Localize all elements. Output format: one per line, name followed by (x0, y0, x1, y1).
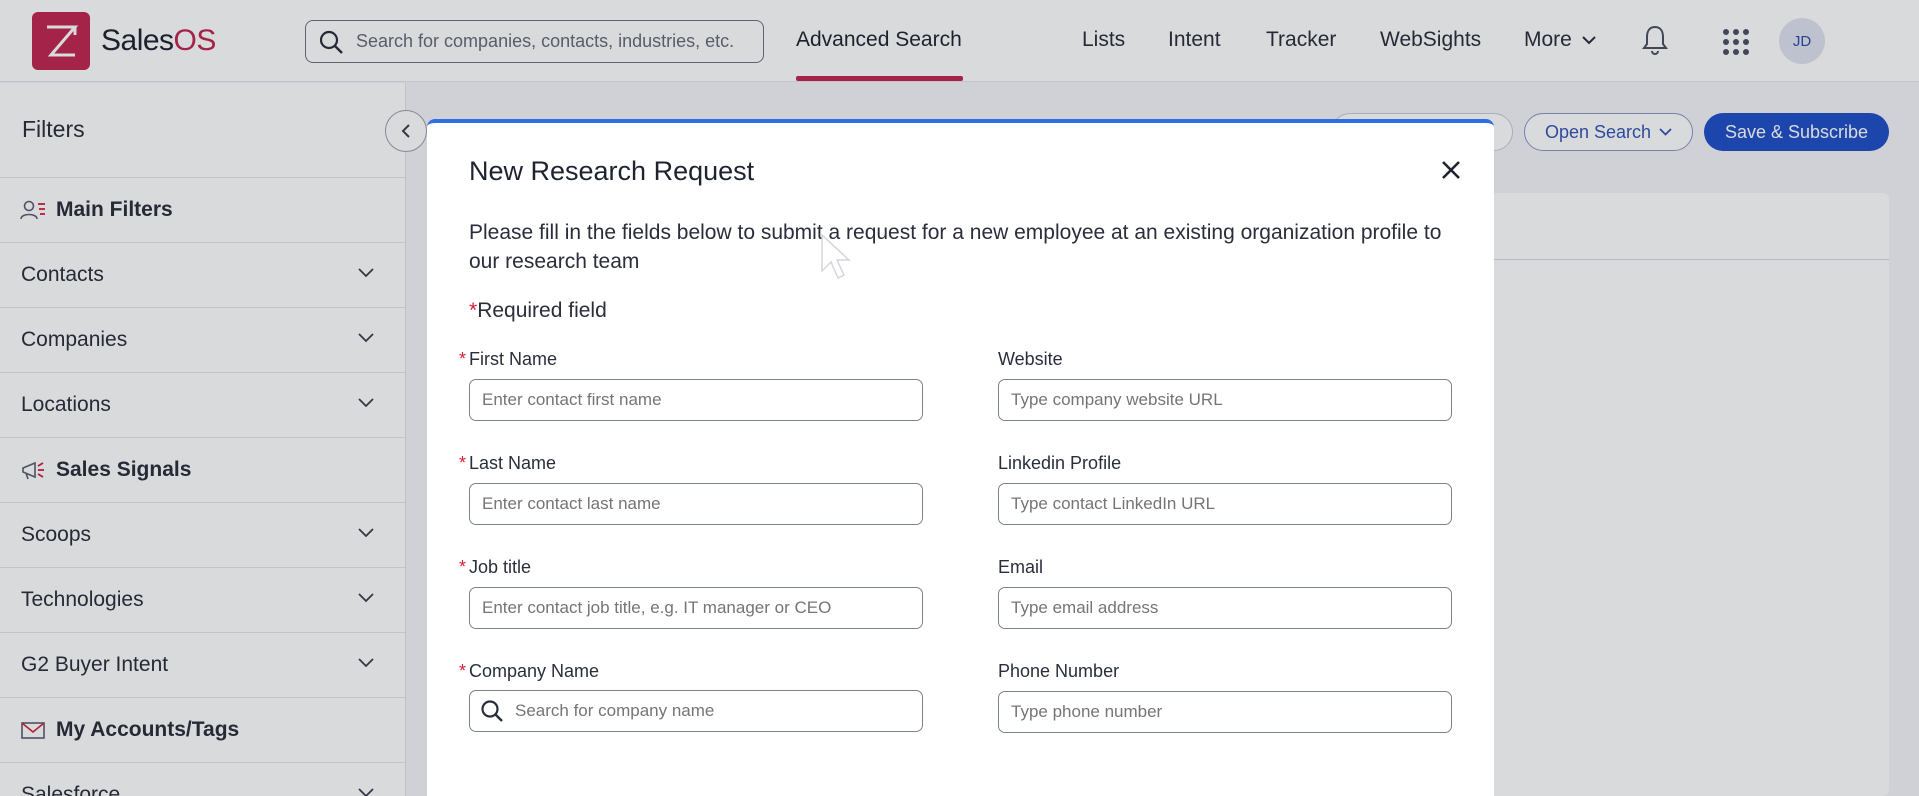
email-label: Email (998, 557, 1044, 577)
linkedin-label: Linkedin Profile (998, 453, 1122, 473)
last-name-label-text: Last Name (469, 453, 557, 473)
first-name-input[interactable] (469, 379, 923, 421)
company-name-label: * Company Name (459, 661, 600, 682)
company-name-input[interactable] (515, 701, 895, 721)
phone-number-input[interactable] (998, 691, 1452, 733)
required-asterisk: * (459, 349, 467, 369)
phone-number-label: Phone Number (998, 661, 1120, 681)
job-title-label-text: Job title (469, 557, 532, 577)
required-note-text: Required field (477, 299, 607, 322)
linkedin-input[interactable] (998, 483, 1452, 525)
first-name-label-text: First Name (469, 349, 558, 369)
last-name-input[interactable] (469, 483, 923, 525)
close-icon[interactable] (1440, 159, 1462, 181)
modal-title: New Research Request (469, 156, 755, 186)
first-name-label: * First Name (459, 349, 558, 370)
required-asterisk: * (459, 557, 467, 577)
required-asterisk: * (469, 299, 478, 322)
email-input[interactable] (998, 587, 1452, 629)
company-name-label-text: Company Name (469, 661, 600, 681)
job-title-label: * Job title (459, 557, 532, 578)
required-asterisk: * (459, 453, 467, 473)
new-research-request-modal: New Research Request Please fill in the … (427, 119, 1494, 796)
search-icon (481, 700, 503, 722)
required-field-note: *Required field (469, 299, 607, 323)
last-name-label: * Last Name (459, 453, 557, 474)
company-name-search[interactable] (469, 690, 923, 732)
website-label: Website (998, 349, 1063, 369)
modal-description: Please fill in the fields below to submi… (469, 221, 1442, 273)
job-title-input[interactable] (469, 587, 923, 629)
website-input[interactable] (998, 379, 1452, 421)
required-asterisk: * (459, 661, 467, 681)
mouse-cursor-icon (821, 233, 851, 280)
